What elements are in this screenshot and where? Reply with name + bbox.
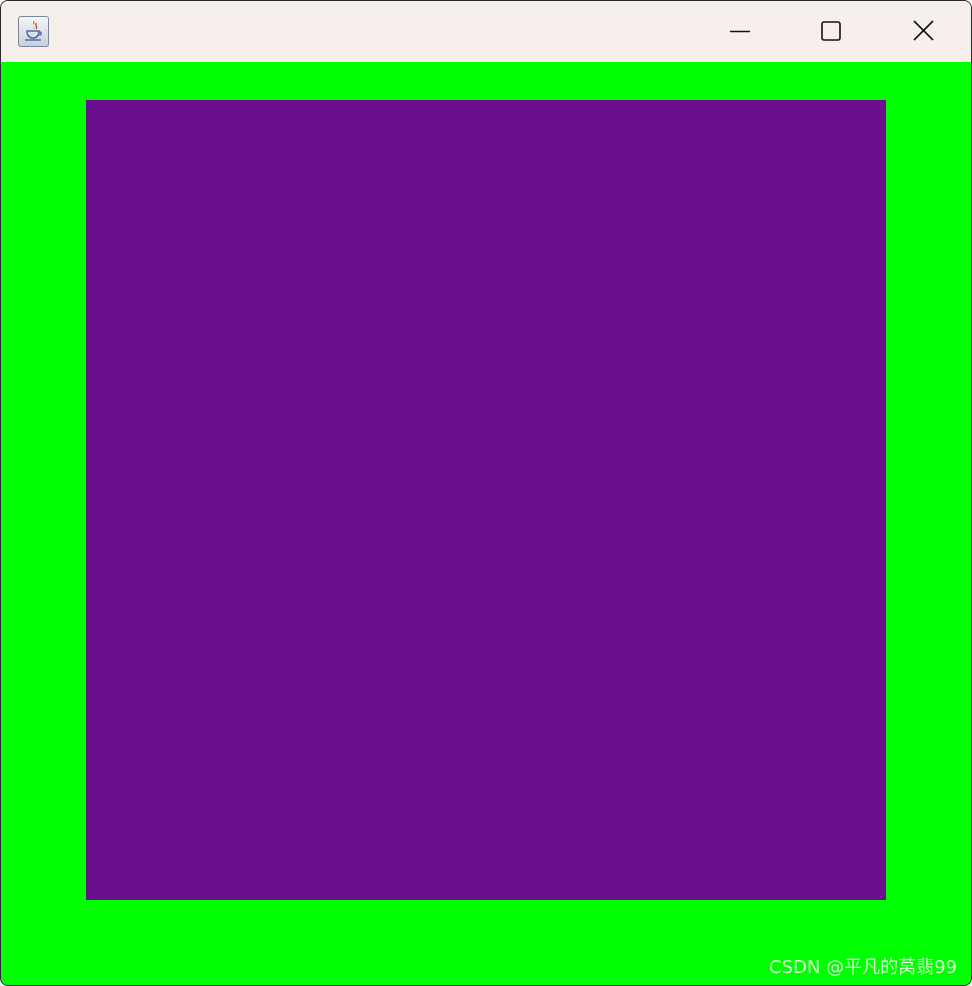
close-icon — [913, 20, 934, 41]
java-cup-icon[interactable] — [18, 16, 49, 47]
close-button[interactable] — [877, 1, 969, 62]
maximize-icon — [821, 21, 841, 41]
maximize-button[interactable] — [785, 1, 877, 62]
minimize-button[interactable] — [693, 1, 785, 62]
purple-square — [86, 100, 886, 900]
title-bar[interactable] — [1, 1, 971, 62]
minimize-icon — [730, 30, 750, 33]
app-window: CSDN @平凡的莴翡99 — [0, 0, 972, 986]
watermark: CSDN @平凡的莴翡99 — [769, 957, 957, 978]
drawing-canvas: CSDN @平凡的莴翡99 — [1, 62, 971, 985]
